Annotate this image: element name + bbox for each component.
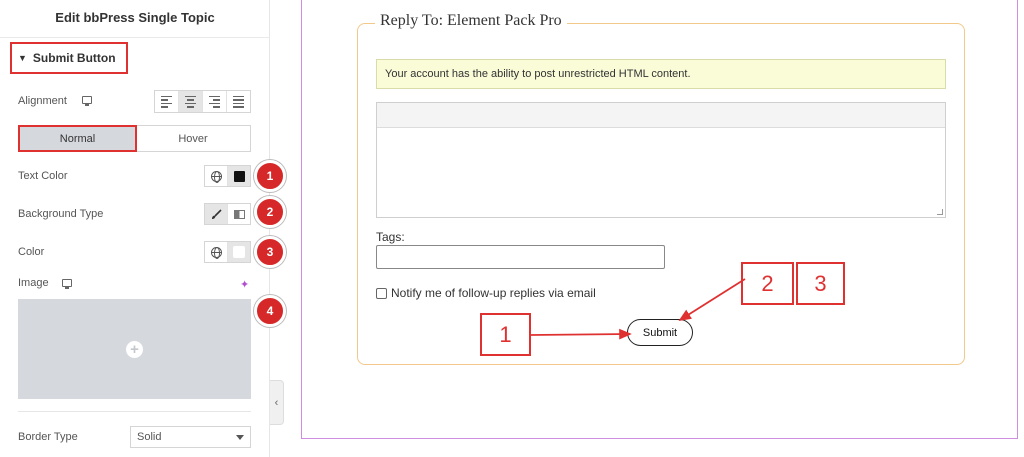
state-tabs: Normal Hover bbox=[18, 125, 251, 152]
align-justify-icon bbox=[233, 95, 244, 108]
tab-hover[interactable]: Hover bbox=[136, 126, 250, 151]
global-color-button[interactable] bbox=[205, 166, 228, 186]
align-right-button[interactable] bbox=[203, 91, 227, 112]
notify-option: Notify me of follow-up replies via email bbox=[376, 286, 596, 300]
chevron-left-icon: ‹ bbox=[274, 396, 279, 409]
caret-down-icon: ▼ bbox=[18, 53, 27, 63]
callout-box-2: 2 bbox=[741, 262, 794, 305]
reply-editor[interactable] bbox=[376, 102, 946, 218]
callout-box-1: 1 bbox=[480, 313, 531, 356]
text-color-control bbox=[204, 165, 251, 187]
align-left-button[interactable] bbox=[155, 91, 179, 112]
global-color-button[interactable] bbox=[205, 242, 228, 262]
color-label: Color bbox=[18, 246, 45, 258]
step-badge-2: 2 bbox=[254, 196, 286, 228]
background-color-control bbox=[204, 241, 251, 263]
reply-form-legend: Reply To: Element Pack Pro bbox=[375, 12, 567, 30]
editor-toolbar bbox=[377, 103, 945, 128]
globe-icon bbox=[210, 170, 222, 183]
background-classic-button[interactable] bbox=[205, 204, 228, 224]
background-gradient-button[interactable] bbox=[228, 204, 250, 224]
tab-normal[interactable]: Normal bbox=[18, 125, 137, 152]
resize-handle[interactable] bbox=[937, 209, 943, 215]
color-swatch bbox=[233, 246, 245, 258]
background-type-control bbox=[204, 203, 251, 225]
collapse-panel-button[interactable]: ‹ bbox=[270, 380, 284, 425]
border-type-value: Solid bbox=[137, 431, 162, 443]
align-justify-button[interactable] bbox=[227, 91, 250, 112]
editor-panel: Edit bbPress Single Topic ▼ Submit Butto… bbox=[0, 0, 286, 457]
text-color-label: Text Color bbox=[18, 170, 68, 182]
section-label: Submit Button bbox=[32, 51, 116, 65]
desktop-icon[interactable] bbox=[62, 279, 72, 289]
tags-input[interactable] bbox=[376, 245, 665, 269]
color-swatch bbox=[233, 170, 245, 182]
image-label: Image bbox=[18, 277, 49, 289]
desktop-icon[interactable] bbox=[82, 96, 92, 106]
panel-header: Edit bbPress Single Topic bbox=[0, 0, 270, 38]
step-badge-1: 1 bbox=[254, 160, 286, 192]
border-type-label: Border Type bbox=[18, 431, 78, 443]
border-type-select[interactable]: Solid bbox=[130, 426, 251, 448]
html-notice: Your account has the ability to post unr… bbox=[376, 59, 946, 89]
align-center-button[interactable] bbox=[179, 91, 203, 112]
ai-sparkle-icon[interactable]: ✦ bbox=[240, 278, 249, 291]
brush-icon bbox=[211, 208, 222, 219]
submit-button[interactable]: Submit bbox=[627, 319, 693, 346]
step-badge-4: 4 bbox=[254, 295, 286, 327]
callout-box-3: 3 bbox=[796, 262, 845, 305]
align-center-icon bbox=[185, 95, 196, 108]
background-color-picker[interactable] bbox=[228, 242, 250, 262]
divider bbox=[18, 411, 251, 412]
step-badge-3: 3 bbox=[254, 236, 286, 268]
gradient-icon bbox=[233, 209, 245, 219]
tags-label: Tags: bbox=[376, 230, 405, 244]
alignment-control bbox=[154, 90, 251, 113]
plus-icon: + bbox=[126, 341, 143, 358]
section-toggle-submit-button[interactable]: ▼ Submit Button bbox=[10, 42, 128, 74]
text-color-picker[interactable] bbox=[228, 166, 250, 186]
align-right-icon bbox=[209, 95, 220, 108]
image-picker[interactable]: + bbox=[18, 299, 251, 399]
globe-icon bbox=[210, 246, 222, 259]
panel-title: Edit bbPress Single Topic bbox=[55, 10, 215, 25]
notify-label: Notify me of follow-up replies via email bbox=[391, 286, 596, 300]
chevron-down-icon bbox=[236, 435, 244, 440]
background-type-label: Background Type bbox=[18, 208, 104, 220]
align-left-icon bbox=[161, 95, 172, 108]
notify-checkbox[interactable] bbox=[376, 287, 387, 299]
alignment-label: Alignment bbox=[18, 95, 67, 107]
